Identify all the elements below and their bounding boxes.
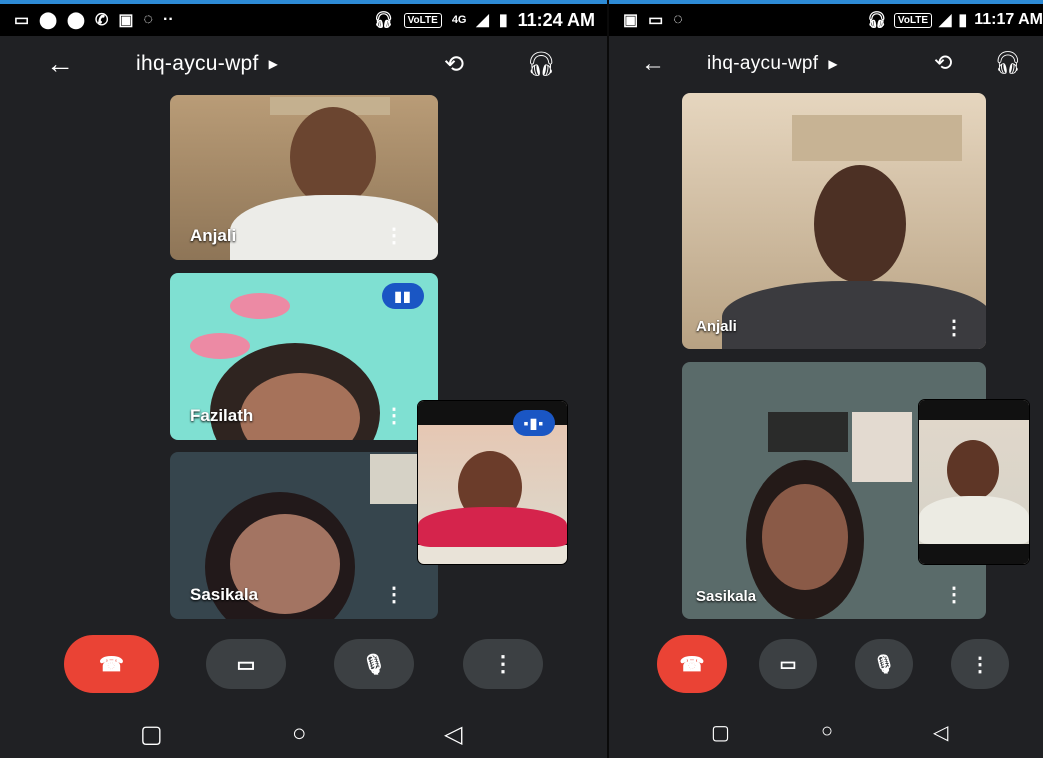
mic-toggle-button[interactable]: 🎙︎ [334,639,414,689]
call-header: ← ihq-aycu-wpf ▶ ⟲ 🎧︎ [0,36,607,92]
headset-status-icon: 🎧︎ [866,12,887,29]
participant-name: Anjali [696,318,737,335]
speaking-indicator-icon: ▪▮▪ [513,410,555,436]
participant-name: Sasikala [696,588,757,605]
recents-square-icon[interactable]: ▢ [711,720,730,745]
wall-calendar [852,412,912,482]
navigation-bar: ▢ ○ ◁ [0,708,607,758]
status-bar: ▭ ⬤ ⬤ ✆ ▣ ◌ ·· 🎧︎ VoLTE 4G ◢ ▮ 11:24 AM [0,4,607,36]
clock: 11:24 AM [517,9,595,30]
bedsheet-pattern [190,333,250,359]
phone-screen-right: ▣ ▭ ◌ 🎧︎ VoLTE ◢ ▮ 11:17 AM ← ihq-aycu-w… [607,0,1043,758]
end-call-button[interactable]: ☎ [64,635,159,693]
self-view-header [919,400,1029,420]
more-options-button[interactable]: ⋮ [951,639,1009,689]
more-options-button[interactable]: ⋮ [463,639,543,689]
video-notification-icon: ▭ [14,12,30,29]
participant-tile[interactable]: Sasikala ⋮ [170,452,438,619]
back-triangle-icon[interactable]: ◁ [444,720,462,749]
messenger-icon: ◌ [143,11,153,28]
end-call-button[interactable]: ☎ [657,635,727,693]
volte-badge: VoLTE [403,12,442,28]
self-view-footer [919,544,1029,564]
camera-toggle-button[interactable]: ▭ [206,639,286,689]
signal-icon: ◢ [476,12,489,29]
speaking-indicator-icon: ▮▮ [382,283,424,309]
audio-output-icon[interactable]: 🎧︎ [526,50,556,79]
battery-icon: ▮ [958,12,968,29]
tile-more-icon[interactable]: ⋮ [944,315,964,340]
switch-camera-icon[interactable]: ⟲ [934,50,952,76]
participant-tile[interactable]: ▮▮ Fazilath ⋮ [170,273,438,440]
recents-square-icon[interactable]: ▢ [140,720,163,749]
switch-camera-icon[interactable]: ⟲ [444,50,464,79]
missed-call-icon: ✆ [94,12,109,29]
participant-tile[interactable]: Anjali ⋮ [170,95,438,260]
mic-toggle-button[interactable]: 🎙︎ [855,639,913,689]
gallery-notification-icon: ▣ [118,12,134,29]
phone-screen-left: ▭ ⬤ ⬤ ✆ ▣ ◌ ·· 🎧︎ VoLTE 4G ◢ ▮ 11:24 AM … [0,0,607,758]
participant-face [762,484,848,590]
wall-frame [792,115,962,161]
call-controls: ☎ ▭ 🎙︎ ⋮ [609,635,1043,697]
participant-clothing [919,496,1029,544]
participant-name: Sasikala [190,585,259,604]
volte-badge: VoLTE [893,12,933,28]
participant-video [290,107,376,207]
status-bar: ▣ ▭ ◌ 🎧︎ VoLTE ◢ ▮ 11:17 AM [609,4,1043,36]
battery-icon: ▮ [498,12,508,29]
home-circle-icon[interactable]: ○ [292,720,307,748]
camera-toggle-button[interactable]: ▭ [759,639,817,689]
signal-icon: ◢ [939,12,952,29]
self-view-tile[interactable] [919,400,1029,564]
circle-notification-icon: ⬤ [39,12,58,29]
meeting-code: ihq-aycu-wpf [136,52,259,75]
tile-more-icon[interactable]: ⋮ [384,223,404,248]
circle-notification-icon: ⬤ [67,12,85,29]
whatsapp-icon: ◌ [673,11,683,28]
participant-name: Fazilath [190,406,254,425]
tile-more-icon[interactable]: ⋮ [944,582,964,607]
bedsheet-pattern [230,293,290,319]
more-notifications-icon: ·· [162,11,174,28]
clock: 11:17 AM [974,11,1043,28]
signal-4g-icon: 4G [451,14,467,26]
call-header: ← ihq-aycu-wpf ▶ ⟲ 🎧︎ [609,36,1043,92]
caret-right-icon: ▶ [268,57,278,71]
tile-more-icon[interactable]: ⋮ [384,403,404,428]
home-circle-icon[interactable]: ○ [821,720,833,743]
participant-video [814,165,906,283]
participant-clothing [230,195,438,260]
headset-status-icon: 🎧︎ [373,12,394,29]
back-triangle-icon[interactable]: ◁ [933,720,948,745]
self-view-tile[interactable]: ▪▮▪ [418,401,567,564]
participant-name: Anjali [190,226,237,245]
call-controls: ☎ ▭ 🎙︎ ⋮ [0,635,607,697]
participant-clothing [418,507,567,547]
audio-output-icon[interactable]: 🎧︎ [994,50,1022,76]
navigation-bar: ▢ ○ ◁ [609,708,1043,758]
participant-tile[interactable]: Anjali ⋮ [682,93,986,349]
meeting-title[interactable]: ihq-aycu-wpf ▶ [707,53,838,75]
gallery-notification-icon: ▣ [623,12,639,29]
caret-right-icon: ▶ [828,57,838,71]
video-notification-icon: ▭ [648,12,664,29]
meeting-code: ihq-aycu-wpf [707,53,819,74]
meeting-title[interactable]: ihq-aycu-wpf ▶ [136,52,278,76]
participant-face [947,440,999,500]
back-arrow-icon[interactable]: ← [46,48,74,80]
back-arrow-icon[interactable]: ← [641,50,665,78]
wall-tv [768,412,848,452]
tile-more-icon[interactable]: ⋮ [384,582,404,607]
